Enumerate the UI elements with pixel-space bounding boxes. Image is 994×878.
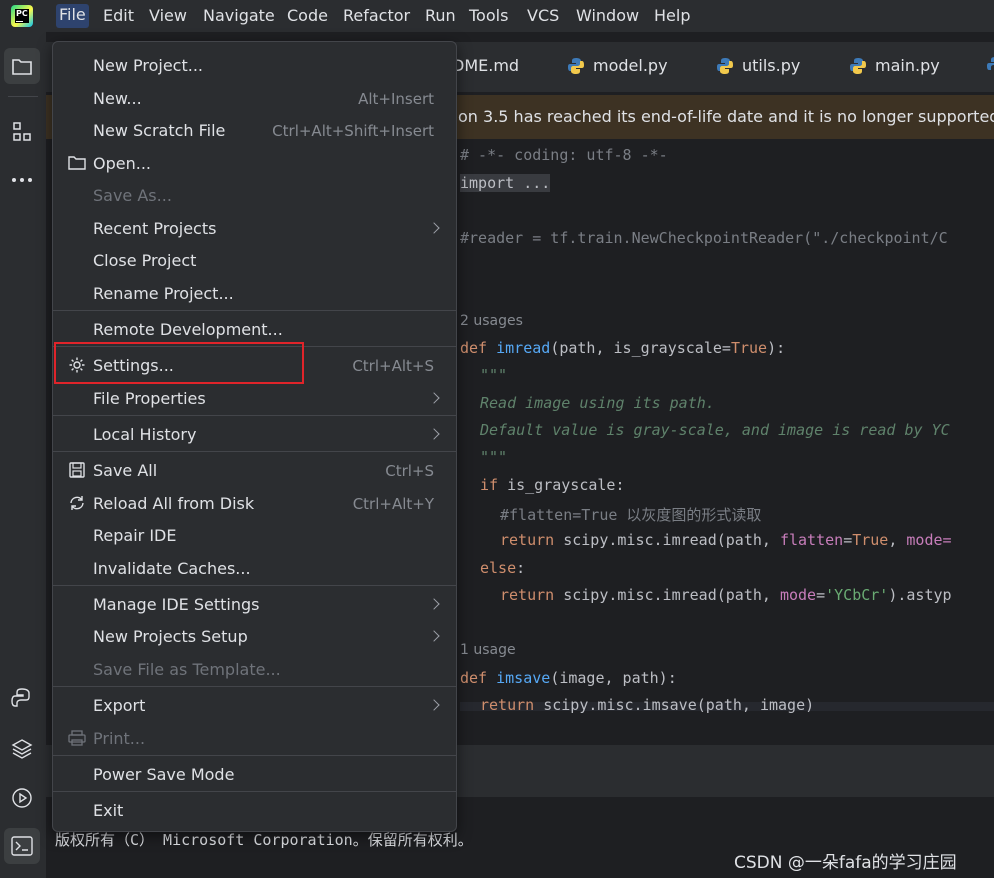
settings-highlight-box: [54, 342, 304, 384]
submenu-arrow-icon: [428, 222, 440, 234]
tab-utils-py[interactable]: utils.py: [716, 56, 800, 75]
menu-edit[interactable]: Edit: [103, 6, 134, 25]
menu-item-power-save-mode[interactable]: Power Save Mode: [93, 765, 234, 784]
save-icon: [67, 460, 87, 480]
menu-window[interactable]: Window: [576, 6, 639, 25]
menu-item-local-history[interactable]: Local History: [93, 425, 196, 444]
menu-run[interactable]: Run: [425, 6, 456, 25]
menu-vcs[interactable]: VCS: [527, 6, 559, 25]
code-line: """: [480, 448, 508, 466]
more-tools-icon[interactable]: [4, 162, 40, 198]
code-line: return scipy.misc.imread(path, flatten=T…: [500, 531, 952, 549]
code-line: if is_grayscale:: [480, 476, 625, 494]
menu-item-recent-projects[interactable]: Recent Projects: [93, 219, 216, 238]
menu-item-new[interactable]: New...: [93, 89, 142, 108]
code-line: # -*- coding: utf-8 -*-: [460, 146, 668, 164]
code-line: return scipy.misc.imsave(path, image): [480, 696, 815, 714]
submenu-arrow-icon: [428, 598, 440, 610]
tab-readme[interactable]: DME.md: [452, 56, 519, 75]
menu-item-export[interactable]: Export: [93, 696, 145, 715]
code-line: import ...: [460, 174, 551, 192]
file-menu-dropdown: New Project... New... Alt+Insert New Scr…: [52, 41, 457, 832]
menu-item-manage-ide-settings[interactable]: Manage IDE Settings: [93, 595, 260, 614]
menu-item-file-properties[interactable]: File Properties: [93, 389, 206, 408]
submenu-arrow-icon: [428, 699, 440, 711]
menu-separator: [53, 415, 456, 416]
reload-icon: [67, 493, 87, 513]
tab-overflow[interactable]: [986, 56, 994, 74]
code-line: #reader = tf.train.NewCheckpointReader("…: [460, 229, 948, 247]
menu-separator: [53, 791, 456, 792]
python-file-icon: [987, 57, 994, 70]
code-line: """: [480, 366, 508, 384]
terminal-output: 版权所有（C） Microsoft Corporation。保留所有权利。: [55, 831, 473, 849]
usages-hint[interactable]: 2 usages: [460, 313, 523, 329]
code-line: def imread(path, is_grayscale=True):: [460, 339, 786, 357]
folder-icon: [67, 152, 87, 172]
menu-item-remote-development[interactable]: Remote Development...: [93, 320, 283, 339]
code-line: Default value is gray-scale, and image i…: [480, 421, 950, 439]
menu-item-new-project[interactable]: New Project...: [93, 56, 203, 75]
python-file-icon: [717, 57, 733, 74]
menu-item-new-scratch-file[interactable]: New Scratch File: [93, 121, 225, 140]
banner-text: on 3.5 has reached its end-of-life date …: [458, 107, 994, 126]
menu-bar: PC File Edit View Navigate Code Refactor…: [0, 0, 994, 32]
usages-hint[interactable]: 1 usage: [460, 642, 516, 658]
menu-separator: [53, 310, 456, 311]
menu-separator: [53, 686, 456, 687]
menu-item-exit[interactable]: Exit: [93, 801, 123, 820]
menu-file[interactable]: File: [56, 4, 89, 28]
printer-icon: [67, 728, 87, 748]
menu-separator: [53, 755, 456, 756]
python-console-icon[interactable]: [4, 680, 40, 716]
left-tool-strip: [0, 32, 47, 878]
structure-icon[interactable]: [4, 114, 40, 150]
tab-main-py[interactable]: main.py: [849, 56, 940, 75]
menu-item-print: Print...: [93, 729, 146, 748]
python-file-icon: [568, 57, 584, 74]
code-line: #flatten=True 以灰度图的形式读取: [500, 506, 762, 524]
submenu-arrow-icon: [428, 392, 440, 404]
python-file-icon: [850, 57, 866, 74]
menu-code[interactable]: Code: [287, 6, 328, 25]
project-folder-icon[interactable]: [4, 48, 40, 84]
menu-item-reload-all-from-disk[interactable]: Reload All from Disk: [93, 494, 254, 513]
services-icon[interactable]: [4, 780, 40, 816]
menu-item-save-as: Save As...: [93, 186, 172, 205]
menu-view[interactable]: View: [149, 6, 187, 25]
menu-item-new-projects-setup[interactable]: New Projects Setup: [93, 627, 248, 646]
menu-item-close-project[interactable]: Close Project: [93, 251, 196, 270]
menu-item-invalidate-caches[interactable]: Invalidate Caches...: [93, 559, 251, 578]
menu-tools[interactable]: Tools: [469, 6, 508, 25]
shortcut-label: Ctrl+Alt+S: [352, 357, 434, 375]
code-line: Read image using its path.: [480, 394, 715, 412]
menu-item-repair-ide[interactable]: Repair IDE: [93, 526, 176, 545]
shortcut-label: Ctrl+Alt+Y: [352, 495, 434, 513]
code-line: else:: [480, 559, 526, 577]
watermark: CSDN @一朵fafa的学习庄园: [734, 853, 957, 873]
menu-navigate[interactable]: Navigate: [203, 6, 275, 25]
shortcut-label: Ctrl+Alt+Shift+Insert: [272, 122, 434, 140]
menu-refactor[interactable]: Refactor: [343, 6, 410, 25]
submenu-arrow-icon: [428, 630, 440, 642]
shortcut-label: Alt+Insert: [358, 90, 434, 108]
menu-item-save-all[interactable]: Save All: [93, 461, 157, 480]
terminal-icon[interactable]: [4, 828, 40, 864]
menu-help[interactable]: Help: [654, 6, 690, 25]
shortcut-label: Ctrl+S: [385, 462, 434, 480]
pycharm-logo-icon: PC: [11, 5, 33, 27]
tab-model-py[interactable]: model.py: [567, 56, 668, 75]
submenu-arrow-icon: [428, 428, 440, 440]
menu-item-rename-project[interactable]: Rename Project...: [93, 284, 234, 303]
menu-item-save-file-as-template: Save File as Template...: [93, 660, 281, 679]
code-line: def imsave(image, path):: [460, 669, 677, 687]
menu-separator: [53, 451, 456, 452]
code-line: return scipy.misc.imread(path, mode='YCb…: [500, 586, 952, 604]
layers-icon[interactable]: [4, 730, 40, 766]
menu-item-open[interactable]: Open...: [93, 154, 151, 173]
menu-separator: [53, 585, 456, 586]
